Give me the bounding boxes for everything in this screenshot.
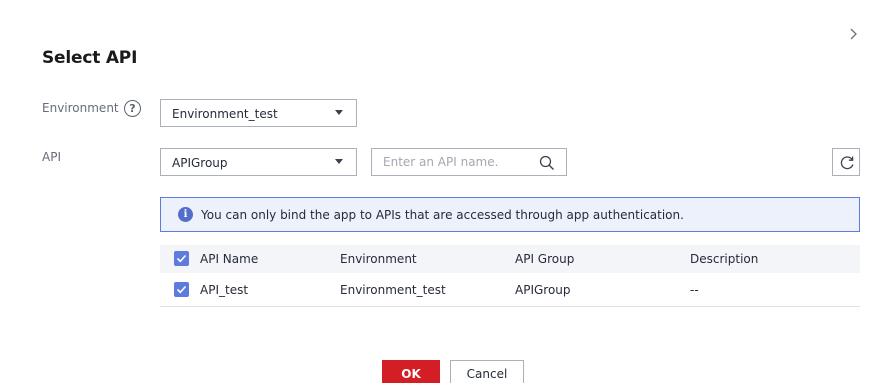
refresh-icon (840, 156, 854, 170)
question-circle-icon[interactable]: ? (124, 100, 141, 117)
api-group-select-value: APIGroup (172, 156, 228, 170)
info-icon: i (178, 207, 193, 222)
column-header-description[interactable]: Description (690, 252, 758, 266)
column-header-api-group[interactable]: API Group (515, 252, 574, 266)
api-search-input[interactable] (372, 149, 537, 175)
refresh-button[interactable] (832, 148, 860, 176)
table-header: API Name Environment API Group Descripti… (160, 245, 860, 273)
environment-label: Environment (42, 101, 119, 115)
column-header-environment[interactable]: Environment (340, 252, 417, 266)
api-label: API (42, 150, 61, 164)
table-row[interactable]: API_test Environment_test APIGroup -- (160, 273, 860, 307)
caret-down-icon (335, 110, 343, 115)
ok-button[interactable]: OK (382, 360, 440, 383)
notice-text: You can only bind the app to APIs that a… (201, 208, 684, 222)
dialog-title: Select API (42, 48, 138, 68)
search-icon[interactable] (539, 155, 555, 171)
api-group-select[interactable]: APIGroup (160, 148, 357, 176)
cell-description: -- (690, 283, 699, 297)
cell-api-group: APIGroup (515, 283, 571, 297)
environment-select-value: Environment_test (172, 107, 278, 121)
cell-api-name: API_test (200, 283, 249, 297)
api-search-box (371, 148, 567, 176)
api-table: API Name Environment API Group Descripti… (160, 245, 860, 307)
info-notice: i You can only bind the app to APIs that… (160, 197, 860, 232)
row-checkbox[interactable] (174, 282, 189, 297)
cancel-button[interactable]: Cancel (450, 360, 524, 383)
cell-environment: Environment_test (340, 283, 446, 297)
select-all-checkbox[interactable] (174, 251, 189, 266)
chevron-right-icon[interactable] (848, 27, 862, 41)
column-header-api-name[interactable]: API Name (200, 252, 258, 266)
caret-down-icon (335, 159, 343, 164)
environment-select[interactable]: Environment_test (160, 99, 357, 127)
